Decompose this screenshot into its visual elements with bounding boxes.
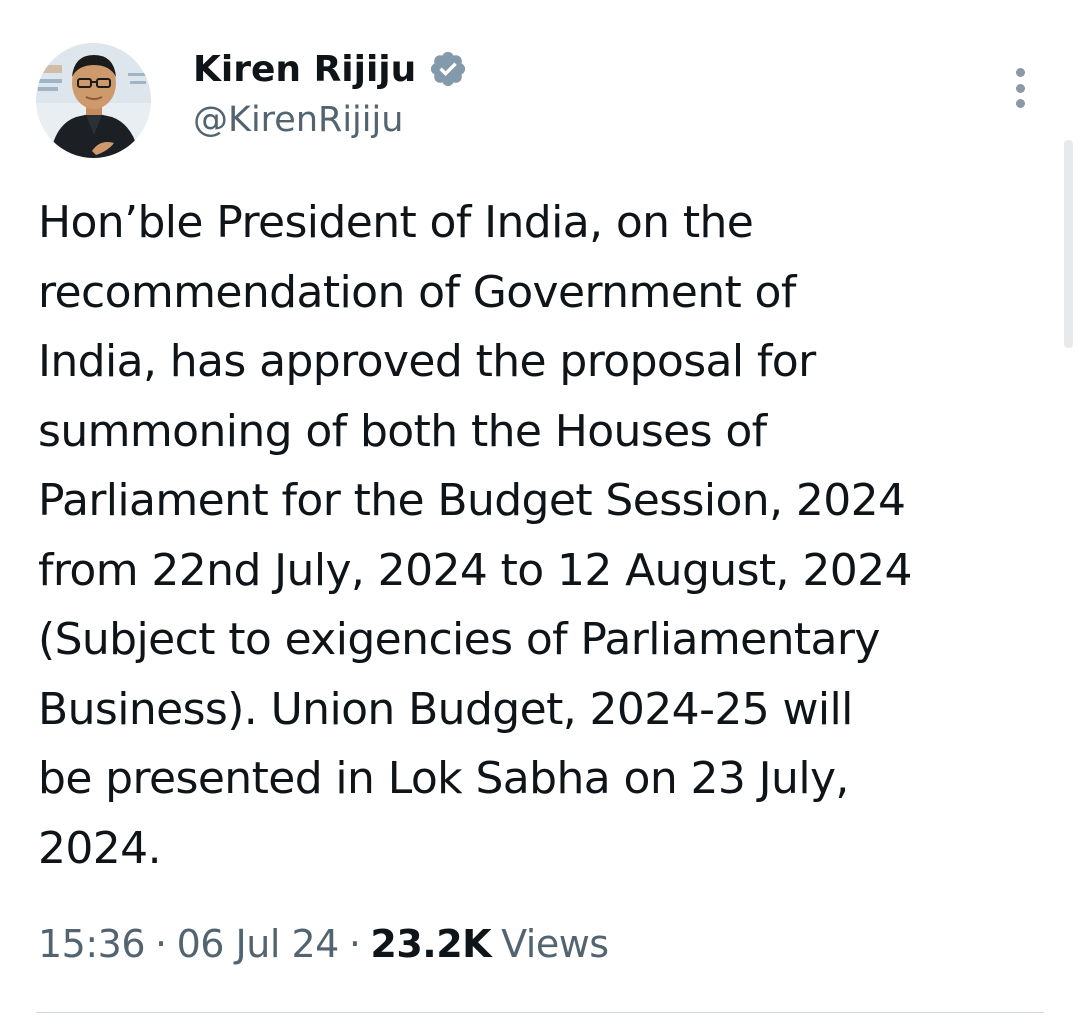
avatar[interactable]	[36, 43, 151, 158]
tweet: Kiren Rijiju @KirenRijiju Hon’ble Presid…	[0, 0, 1080, 1015]
divider	[36, 1012, 1044, 1013]
tweet-time[interactable]: 15:36	[38, 922, 146, 966]
scrollbar[interactable]	[1064, 140, 1073, 348]
meta-separator: ·	[348, 922, 361, 966]
author-name-row[interactable]: Kiren Rijiju	[193, 46, 468, 92]
tweet-date[interactable]: 06 Jul 24	[177, 922, 340, 966]
display-name[interactable]: Kiren Rijiju	[193, 49, 416, 90]
tweet-text: Hon’ble President of India, on the recom…	[38, 197, 913, 874]
verified-badge-icon[interactable]	[428, 49, 468, 89]
more-options-button[interactable]	[998, 62, 1042, 114]
avatar-image	[36, 43, 151, 158]
views-label[interactable]: Views	[491, 922, 609, 966]
more-options-icon-dot	[1015, 99, 1025, 108]
tweet-meta: 15:36 · 06 Jul 24 · 23.2K Views	[38, 922, 609, 966]
more-options-icon	[1015, 68, 1025, 77]
author-handle[interactable]: @KirenRijiju	[193, 100, 403, 140]
views-count[interactable]: 23.2K	[370, 922, 491, 966]
meta-separator: ·	[155, 922, 167, 966]
more-options-icon-dot	[1015, 83, 1025, 93]
